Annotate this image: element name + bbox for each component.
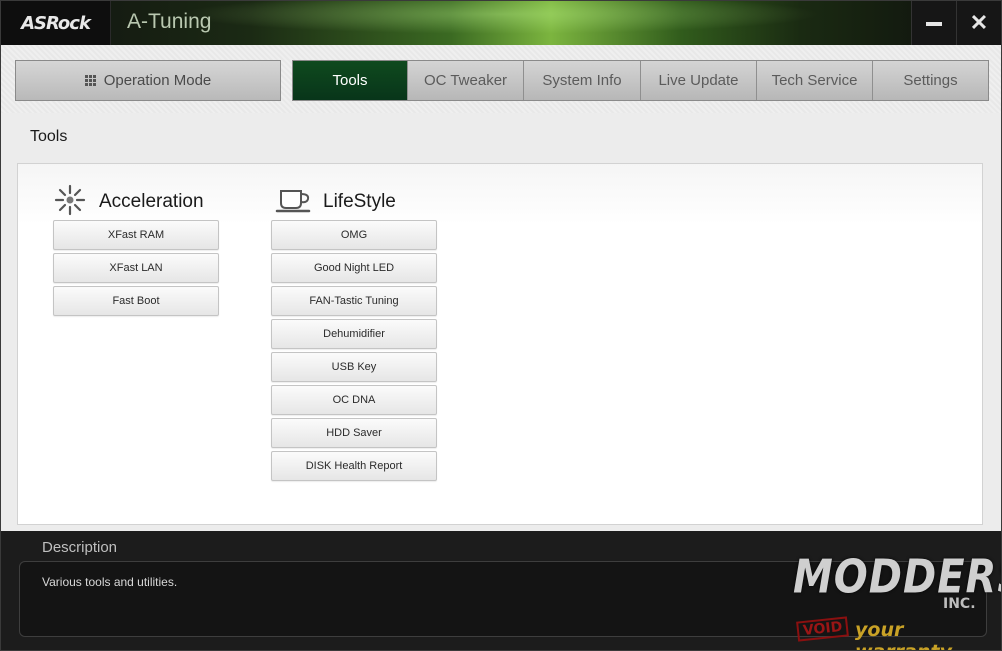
lifestyle-heading: LifeStyle [323,191,396,212]
tab-label: Live Update [658,72,739,89]
button-label: XFast RAM [107,229,165,241]
minimize-button[interactable] [911,1,956,45]
title-bar: ASRock A-Tuning ✕ [1,1,1001,45]
app-title: A-Tuning [127,10,212,33]
lifestyle-group: LifeStyle OMG Good Night LED FAN-Tastic … [271,184,437,484]
tab-bar: Tools OC Tweaker System Info Live Update… [292,60,989,101]
description-title: Description [42,539,118,556]
watermark-void-stamp: VOID [796,616,850,642]
dehumidifier-button[interactable]: Dehumidifier [271,319,437,349]
close-button[interactable]: ✕ [956,1,1001,45]
fan-tastic-tuning-button[interactable]: FAN-Tastic Tuning [271,286,437,316]
xfast-ram-button[interactable]: XFast RAM [53,220,219,250]
tab-oc-tweaker[interactable]: OC Tweaker [408,61,524,100]
tab-settings[interactable]: Settings [873,61,988,100]
main-navigation: Operation Mode Tools OC Tweaker System I… [1,45,1001,113]
xfast-lan-button[interactable]: XFast LAN [53,253,219,283]
tab-label: Tech Service [771,72,858,89]
tab-live-update[interactable]: Live Update [641,61,757,100]
watermark-inc: INC. [943,596,976,612]
watermark: MODDERS INC. VOID your warranty [793,549,1001,650]
operation-mode-button[interactable]: Operation Mode [15,60,281,101]
button-label: DISK Health Report [305,460,403,472]
button-label: OMG [340,229,368,241]
button-label: FAN-Tastic Tuning [309,295,399,307]
button-label: Dehumidifier [323,328,385,340]
fast-boot-button[interactable]: Fast Boot [53,286,219,316]
tab-label: Settings [903,72,958,89]
button-label: USB Key [331,361,377,373]
page-title: Tools [30,128,68,145]
tab-label: OC Tweaker [423,72,508,89]
logo-area: ASRock [1,1,111,45]
description-text: Various tools and utilities. [42,575,178,589]
minimize-icon [926,22,942,26]
grid-icon [84,75,96,86]
button-label: XFast LAN [109,262,163,274]
acceleration-group: Acceleration XFast RAM XFast LAN Fast Bo… [53,184,219,319]
close-icon: ✕ [969,10,989,35]
tab-label: Tools [332,72,368,89]
a-tuning-window: ASRock A-Tuning ✕ Operation Mode Tools O… [0,0,1002,651]
button-label: Good Night LED [313,262,395,274]
oc-dna-button[interactable]: OC DNA [271,385,437,415]
button-label: Fast Boot [112,295,160,307]
button-label: HDD Saver [326,427,382,439]
button-label: OC DNA [332,394,376,406]
asrock-logo: ASRock [21,12,91,34]
tab-tools[interactable]: Tools [293,61,408,100]
lifestyle-header: LifeStyle [271,184,437,220]
acceleration-heading: Acceleration [99,191,204,212]
tab-tech-service[interactable]: Tech Service [757,61,873,100]
acceleration-header: Acceleration [53,184,219,220]
tab-label: System Info [542,72,622,89]
watermark-tagline: your warranty [855,619,952,650]
usb-key-button[interactable]: USB Key [271,352,437,382]
disk-health-report-button[interactable]: DISK Health Report [271,451,437,481]
tools-panel: Acceleration XFast RAM XFast LAN Fast Bo… [17,163,983,525]
operation-mode-label: Operation Mode [103,72,212,89]
acceleration-icon [53,183,87,222]
tab-system-info[interactable]: System Info [524,61,641,100]
hdd-saver-button[interactable]: HDD Saver [271,418,437,448]
cup-icon [275,185,313,220]
omg-button[interactable]: OMG [271,220,437,250]
good-night-led-button[interactable]: Good Night LED [271,253,437,283]
